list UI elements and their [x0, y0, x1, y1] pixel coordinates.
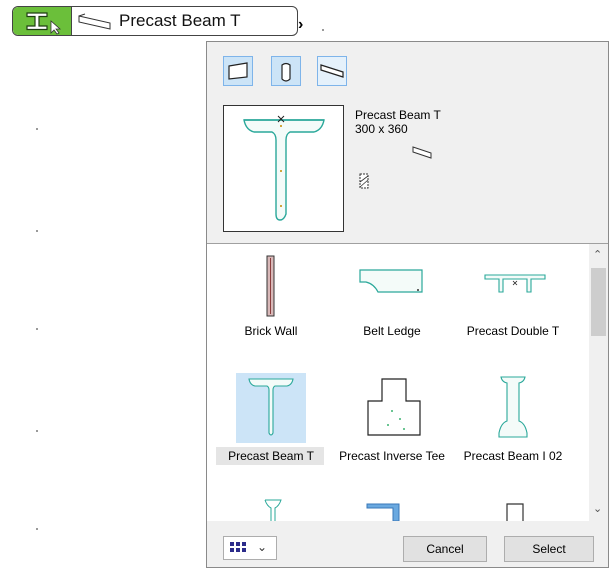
- gallery-item[interactable]: Precast Double T: [453, 244, 573, 354]
- cancel-button[interactable]: Cancel: [403, 536, 487, 562]
- tee-profile-preview-drawing: [243, 115, 325, 221]
- gallery-item[interactable]: Precast Inverse Tee: [332, 359, 452, 469]
- brick-wall-thumbnail: [266, 255, 275, 317]
- rounded-profile-icon: [281, 62, 291, 82]
- gallery-item-label: Brick Wall: [244, 324, 298, 338]
- preview-name: Precast Beam T: [355, 108, 441, 122]
- gallery-item-label: Precast Inverse Tee: [339, 449, 445, 463]
- grid-view-icon: [230, 542, 246, 552]
- gallery-scrollbar[interactable]: ⌃ ⌄: [589, 244, 608, 521]
- rectangular-type-button[interactable]: [223, 56, 253, 86]
- double-tee-thumbnail: [484, 274, 546, 293]
- gallery-item[interactable]: Brick Wall: [211, 244, 331, 354]
- profile-picker-panel: Precast Beam T 300 x 360 Brick Wall Belt…: [206, 41, 609, 568]
- preview-size: 300 x 360: [355, 122, 408, 136]
- chip-arrow-stub: ›: [298, 16, 304, 33]
- view-mode-dropdown[interactable]: ⌄: [223, 536, 277, 560]
- element-selector[interactable]: Precast Beam T: [12, 6, 298, 36]
- beam-type-button[interactable]: [317, 56, 347, 86]
- beam-profile-icon: [78, 13, 111, 30]
- hatch-pattern-icon: [359, 173, 369, 189]
- gallery-item-label: Precast Beam I 02: [463, 449, 563, 463]
- profile-preview: [223, 105, 344, 232]
- element-label: Precast Beam T: [119, 11, 241, 30]
- background-dot: [36, 528, 38, 530]
- background-dot: [36, 230, 38, 232]
- profile-gallery: Brick Wall Belt Ledge Precast Double T P…: [207, 243, 608, 521]
- background-dot: [36, 328, 38, 330]
- i-beam-thumbnail: [498, 376, 528, 438]
- gallery-item-label: Belt Ledge: [363, 324, 421, 338]
- scroll-up-icon[interactable]: ⌃: [593, 248, 602, 261]
- rectangular-profile-icon: [228, 62, 248, 80]
- background-dot: [36, 430, 38, 432]
- belt-ledge-thumbnail: [359, 269, 423, 293]
- gallery-item-label: Precast Beam T: [228, 449, 314, 463]
- scroll-down-icon[interactable]: ⌄: [593, 502, 602, 515]
- tee-beam-thumbnail: [248, 378, 294, 436]
- partial-thumbnail: [506, 503, 524, 521]
- gallery-item[interactable]: Precast Beam I 02: [453, 359, 573, 469]
- select-button[interactable]: Select: [504, 536, 594, 562]
- background-dot: [322, 29, 324, 31]
- partial-thumbnail: [264, 499, 282, 521]
- beam-profile-icon: [320, 64, 344, 78]
- tool-button[interactable]: [13, 7, 72, 35]
- gallery-item[interactable]: Belt Ledge: [332, 244, 452, 354]
- gallery-item-selected[interactable]: Precast Beam T: [211, 359, 331, 469]
- beam-3d-icon: [412, 146, 432, 159]
- rounded-type-button[interactable]: [271, 56, 301, 86]
- i-beam-tool-icon: [26, 12, 62, 35]
- chevron-down-icon: ⌄: [257, 540, 268, 554]
- gallery-item-label: Precast Double T: [466, 324, 560, 338]
- partial-thumbnail: [366, 503, 400, 521]
- inverse-tee-thumbnail: [367, 378, 421, 436]
- scroll-thumb[interactable]: [591, 268, 606, 336]
- background-dot: [36, 128, 38, 130]
